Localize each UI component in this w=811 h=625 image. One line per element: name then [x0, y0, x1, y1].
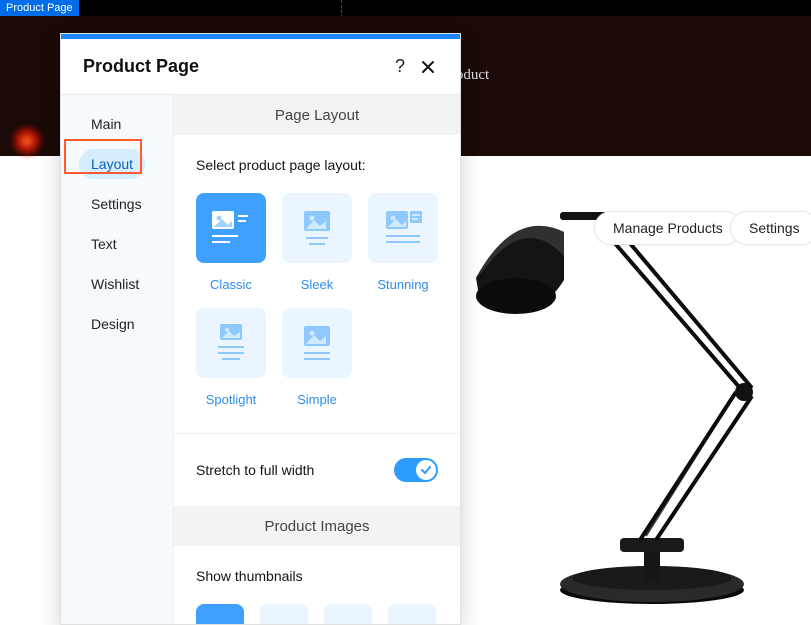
- thumbnail-option[interactable]: [260, 604, 308, 624]
- thumbnail-option[interactable]: [324, 604, 372, 624]
- layout-option-label: Spotlight: [206, 392, 257, 407]
- stretch-row: Stretch to full width: [174, 433, 460, 506]
- section-head-page-layout: Page Layout: [174, 95, 460, 135]
- layout-thumb-icon: [196, 308, 266, 378]
- layout-thumb-icon: [282, 308, 352, 378]
- settings-button[interactable]: Settings: [730, 211, 811, 245]
- product-page-settings-panel: Product Page ? Main Layout Settings Text…: [60, 33, 461, 625]
- hero-glow: [10, 124, 44, 158]
- layout-thumb-icon: [368, 193, 438, 263]
- layout-prompt: Select product page layout:: [196, 157, 438, 173]
- thumbnail-option[interactable]: [388, 604, 436, 624]
- layout-thumb-icon: [196, 193, 266, 263]
- toggle-knob: [416, 460, 436, 480]
- sidebar-item-main[interactable]: Main: [79, 109, 133, 139]
- layout-option-label: Stunning: [377, 277, 428, 292]
- panel-content: Page Layout Select product page layout:: [173, 95, 460, 624]
- layout-option-stunning[interactable]: Stunning: [368, 193, 438, 292]
- layout-option-simple[interactable]: Simple: [282, 308, 352, 407]
- layout-option-label: Simple: [297, 392, 337, 407]
- sidebar-item-settings[interactable]: Settings: [79, 189, 154, 219]
- panel-header: Product Page ?: [61, 39, 460, 94]
- close-icon[interactable]: [414, 53, 442, 81]
- stretch-toggle[interactable]: [394, 458, 438, 482]
- layout-option-classic[interactable]: Classic: [196, 193, 266, 292]
- thumbnail-options-grid: [196, 604, 438, 624]
- product-preview-image: [472, 192, 792, 612]
- panel-sidebar: Main Layout Settings Text Wishlist Desig…: [61, 95, 173, 624]
- layout-option-label: Sleek: [301, 277, 334, 292]
- layout-option-spotlight[interactable]: Spotlight: [196, 308, 266, 407]
- layout-options-grid: Classic: [196, 193, 438, 407]
- panel-title: Product Page: [83, 56, 386, 77]
- sidebar-item-wishlist[interactable]: Wishlist: [79, 269, 151, 299]
- sidebar-item-text[interactable]: Text: [79, 229, 129, 259]
- layout-thumb-icon: [282, 193, 352, 263]
- section-head-product-images: Product Images: [174, 506, 460, 546]
- selection-tag: Product Page: [0, 0, 79, 16]
- stretch-label: Stretch to full width: [196, 462, 394, 478]
- help-icon[interactable]: ?: [386, 53, 414, 81]
- layout-option-label: Classic: [210, 277, 252, 292]
- sidebar-item-design[interactable]: Design: [79, 309, 147, 339]
- editor-top-bar: [0, 0, 811, 16]
- manage-products-button[interactable]: Manage Products: [594, 211, 742, 245]
- sidebar-item-layout[interactable]: Layout: [79, 149, 145, 179]
- layout-option-sleek[interactable]: Sleek: [282, 193, 352, 292]
- thumbnail-option[interactable]: [196, 604, 244, 624]
- thumbnails-prompt: Show thumbnails: [196, 568, 438, 584]
